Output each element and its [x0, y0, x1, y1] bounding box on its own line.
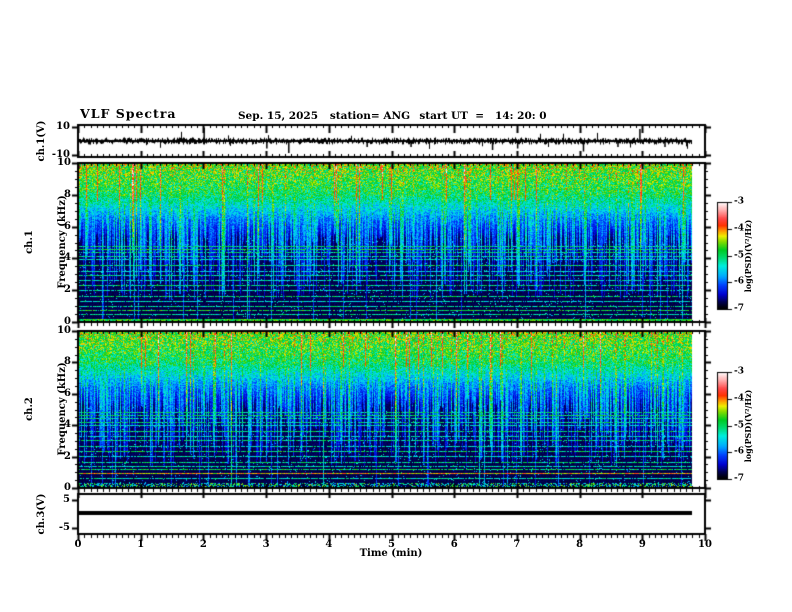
- date-label: Sep. 15, 2025: [237, 110, 319, 122]
- colorbar2-unit-label: log(PSD)(V²/Hz): [743, 389, 753, 463]
- colorbar2-tick-label: -7: [734, 473, 744, 484]
- colorbar1-tick-label: -7: [734, 303, 744, 314]
- spec1-freq-tick-label: 10: [57, 157, 71, 168]
- colorbar1-tick-label: -6: [734, 276, 744, 287]
- spec2-freq-tick-label: 4: [64, 419, 71, 431]
- colorbar2-tick-label: -3: [734, 366, 744, 377]
- colorbar1-unit-label: log(PSD)(V²/Hz): [743, 219, 753, 293]
- time-tick-label: 4: [325, 539, 333, 550]
- start-ut-label: start UT = 14: 20: 0: [419, 110, 547, 122]
- spec2-freq-tick-label: 8: [64, 356, 71, 368]
- spec2-frequency-axis-label: Frequency (kHz): [57, 362, 68, 456]
- ch1-voltage-tick-top: 10: [56, 121, 70, 132]
- time-axis-label: Time (min): [359, 548, 423, 559]
- spec1-freq-tick-label: 4: [64, 252, 71, 264]
- colorbar1-tick-label: -3: [734, 196, 744, 207]
- time-tick-label: 1: [137, 539, 145, 550]
- figure-title: VLF Spectra: [80, 106, 177, 121]
- colorbar1-tick-label: -4: [734, 223, 744, 234]
- ch3-voltage-axis-label: ch.3(V): [36, 493, 47, 535]
- spec2-axis-label: ch.2 Frequency (kHz): [2, 362, 90, 455]
- time-tick-label: 6: [450, 539, 458, 550]
- spec2-freq-tick-label: 6: [64, 387, 71, 399]
- station-label: station= ANG: [329, 110, 411, 122]
- time-tick-label: 8: [576, 539, 584, 550]
- spec1-freq-tick-label: 2: [64, 284, 71, 296]
- colorbar1-tick-label: -5: [734, 250, 744, 260]
- colorbar2-tick-label: -4: [734, 393, 744, 404]
- spec2-freq-tick-label: 0: [64, 482, 71, 493]
- time-tick-label: 0: [74, 539, 82, 550]
- spec1-channel-name: ch.1: [24, 230, 35, 254]
- ch3-voltage-tick-top: 5: [63, 494, 70, 505]
- spec1-axis-label: ch.1 Frequency (kHz): [2, 195, 90, 288]
- time-tick-label: 3: [262, 539, 270, 550]
- time-tick-label: 7: [513, 539, 521, 550]
- time-tick-label: 5: [388, 539, 395, 550]
- ch1-voltage-axis-label: ch.1(V): [36, 120, 47, 162]
- time-tick-label: 9: [638, 539, 646, 550]
- plot-canvas: [0, 0, 792, 612]
- time-tick-label: 2: [199, 539, 207, 550]
- vlf-spectra-figure: VLF Spectra Sep. 15, 2025 station= ANG s…: [0, 0, 792, 612]
- spec2-freq-tick-label: 2: [64, 450, 71, 462]
- colorbar2-tick-label: -5: [734, 420, 744, 430]
- spec1-freq-tick-label: 8: [64, 188, 71, 200]
- colorbar2-tick-label: -6: [734, 446, 744, 457]
- spec1-freq-tick-label: 6: [64, 220, 71, 232]
- spec2-freq-tick-label: 10: [57, 325, 71, 336]
- spec1-frequency-axis-label: Frequency (kHz): [57, 195, 68, 289]
- spec2-channel-name: ch.2: [24, 397, 35, 421]
- ch3-voltage-tick-bottom: -5: [58, 522, 70, 533]
- time-tick-label: 10: [698, 539, 712, 550]
